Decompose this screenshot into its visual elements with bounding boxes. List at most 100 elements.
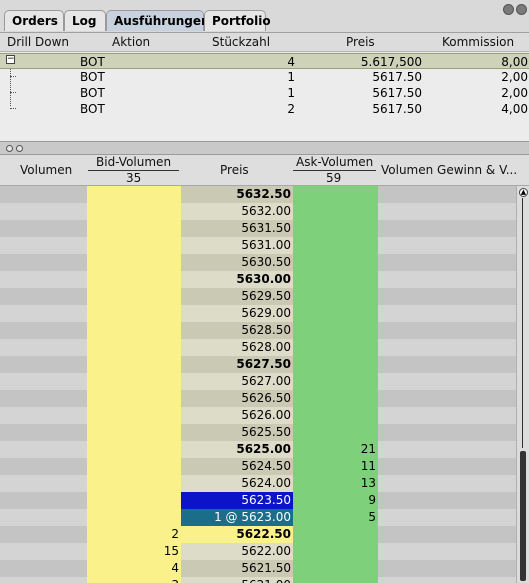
ladder-row[interactable]: 2 5622.50 <box>0 526 516 543</box>
ask-volume-cell[interactable]: 5 <box>293 509 378 526</box>
bid-volume-cell[interactable] <box>87 509 181 526</box>
ladder-row[interactable]: 15 5622.00 <box>0 543 516 560</box>
ask-volume-cell[interactable] <box>293 186 378 203</box>
tab-ausfuehrungen[interactable]: Ausführungen <box>106 10 210 31</box>
ladder-row[interactable]: 5624.50 11 <box>0 458 516 475</box>
tab-log[interactable]: Log <box>64 10 106 31</box>
price-cell[interactable]: 5630.00 <box>181 271 293 288</box>
bid-volume-cell[interactable] <box>87 424 181 441</box>
ladder-row[interactable]: 5632.50 <box>0 186 516 203</box>
ask-volume-cell[interactable] <box>293 271 378 288</box>
ask-volume-cell[interactable] <box>293 390 378 407</box>
price-cell[interactable]: 5622.50 <box>181 526 293 543</box>
bid-volume-cell[interactable] <box>87 186 181 203</box>
bid-volume-cell[interactable]: 3 <box>87 577 181 583</box>
price-cell[interactable]: 5630.50 <box>181 254 293 271</box>
price-cell[interactable]: 1 @ 5623.00 <box>181 509 293 526</box>
ladder-row[interactable]: 5628.50 <box>0 322 516 339</box>
bid-volume-cell[interactable] <box>87 390 181 407</box>
ladder-row[interactable]: 4 5621.50 <box>0 560 516 577</box>
price-cell[interactable]: 5625.50 <box>181 424 293 441</box>
bid-volume-cell[interactable] <box>87 322 181 339</box>
price-cell[interactable]: 5626.50 <box>181 390 293 407</box>
col-ask-volumen[interactable]: Ask-Volumen <box>296 155 373 169</box>
ask-volume-cell[interactable] <box>293 288 378 305</box>
col-kommission[interactable]: Kommission <box>442 35 514 49</box>
bid-volume-cell[interactable] <box>87 475 181 492</box>
expand-icon[interactable] <box>6 145 13 152</box>
price-cell[interactable]: 5626.00 <box>181 407 293 424</box>
bid-volume-cell[interactable] <box>87 271 181 288</box>
price-cell[interactable]: 5627.00 <box>181 373 293 390</box>
ladder-row[interactable]: 5625.50 <box>0 424 516 441</box>
ladder-row[interactable]: 5627.00 <box>0 373 516 390</box>
ladder-row[interactable]: 5626.50 <box>0 390 516 407</box>
bid-volume-cell[interactable] <box>87 339 181 356</box>
col-preis[interactable]: Preis <box>346 35 375 49</box>
detach-icon[interactable] <box>516 4 527 15</box>
ladder-row[interactable]: 35621.00 <box>0 577 516 583</box>
ladder-row[interactable]: 5625.00 21 <box>0 441 516 458</box>
ask-volume-cell[interactable] <box>293 577 378 583</box>
ladder-row[interactable]: 5623.50 9 <box>0 492 516 509</box>
ladder-row[interactable]: 5631.50 <box>0 220 516 237</box>
price-cell[interactable]: 5622.00 <box>181 543 293 560</box>
scroll-up-icon[interactable]: ▲ <box>519 188 528 197</box>
ask-volume-cell[interactable]: 11 <box>293 458 378 475</box>
price-cell[interactable]: 5631.50 <box>181 220 293 237</box>
ladder-row[interactable]: 5627.50 <box>0 356 516 373</box>
ask-volume-cell[interactable] <box>293 560 378 577</box>
ladder-row[interactable]: 5624.00 13 <box>0 475 516 492</box>
bid-volume-cell[interactable] <box>87 458 181 475</box>
ask-volume-cell[interactable] <box>293 407 378 424</box>
bid-volume-cell[interactable] <box>87 254 181 271</box>
collapse-icon[interactable]: − <box>6 55 15 64</box>
price-cell[interactable]: 5621.00 <box>181 577 293 583</box>
price-cell[interactable]: 5621.50 <box>181 560 293 577</box>
bid-volume-cell[interactable] <box>87 407 181 424</box>
ladder-row[interactable]: 5629.00 <box>0 305 516 322</box>
minimize-icon[interactable] <box>503 4 514 15</box>
bid-volume-cell[interactable] <box>87 441 181 458</box>
ask-volume-cell[interactable] <box>293 254 378 271</box>
tab-portfolio[interactable]: Portfolio <box>204 10 271 31</box>
panel-splitter[interactable] <box>0 141 529 155</box>
execution-row[interactable]: BOT 1 5617.50 2,00 <box>0 85 529 101</box>
ask-volume-cell[interactable] <box>293 220 378 237</box>
ask-volume-cell[interactable]: 9 <box>293 492 378 509</box>
vertical-scrollbar[interactable]: ▲ <box>516 186 529 583</box>
ladder-row[interactable]: 5626.00 <box>0 407 516 424</box>
bid-volume-cell[interactable] <box>87 288 181 305</box>
ask-volume-cell[interactable] <box>293 322 378 339</box>
ladder-row[interactable]: 5630.50 <box>0 254 516 271</box>
price-cell[interactable]: 5625.00 <box>181 441 293 458</box>
ask-volume-cell[interactable] <box>293 305 378 322</box>
col-volumen-gewinn[interactable]: Volumen Gewinn & V... <box>381 163 517 177</box>
bid-volume-cell[interactable]: 2 <box>87 526 181 543</box>
bid-volume-cell[interactable] <box>87 492 181 509</box>
ladder-row[interactable]: 1 @ 5623.00 5 <box>0 509 516 526</box>
ladder-row[interactable]: 5631.00 <box>0 237 516 254</box>
ladder-row[interactable]: 5632.00 <box>0 203 516 220</box>
price-cell[interactable]: 5629.50 <box>181 288 293 305</box>
ask-volume-cell[interactable] <box>293 356 378 373</box>
price-cell[interactable]: 5628.50 <box>181 322 293 339</box>
ask-volume-cell[interactable] <box>293 203 378 220</box>
col-drill-down[interactable]: Drill Down <box>7 35 69 49</box>
bid-volume-cell[interactable] <box>87 220 181 237</box>
price-cell[interactable]: 5624.00 <box>181 475 293 492</box>
col-preis[interactable]: Preis <box>220 163 249 177</box>
bid-volume-cell[interactable] <box>87 356 181 373</box>
col-volumen[interactable]: Volumen <box>20 163 72 177</box>
price-cell[interactable]: 5631.00 <box>181 237 293 254</box>
price-cell[interactable]: 5624.50 <box>181 458 293 475</box>
bid-volume-cell[interactable]: 4 <box>87 560 181 577</box>
price-cell[interactable]: 5628.00 <box>181 339 293 356</box>
ask-volume-cell[interactable] <box>293 424 378 441</box>
col-stueckzahl[interactable]: Stückzahl <box>212 35 270 49</box>
scroll-track[interactable] <box>522 198 523 448</box>
bid-volume-cell[interactable] <box>87 237 181 254</box>
bid-volume-cell[interactable] <box>87 373 181 390</box>
bid-volume-cell[interactable] <box>87 305 181 322</box>
tab-orders[interactable]: Orders <box>4 10 64 31</box>
